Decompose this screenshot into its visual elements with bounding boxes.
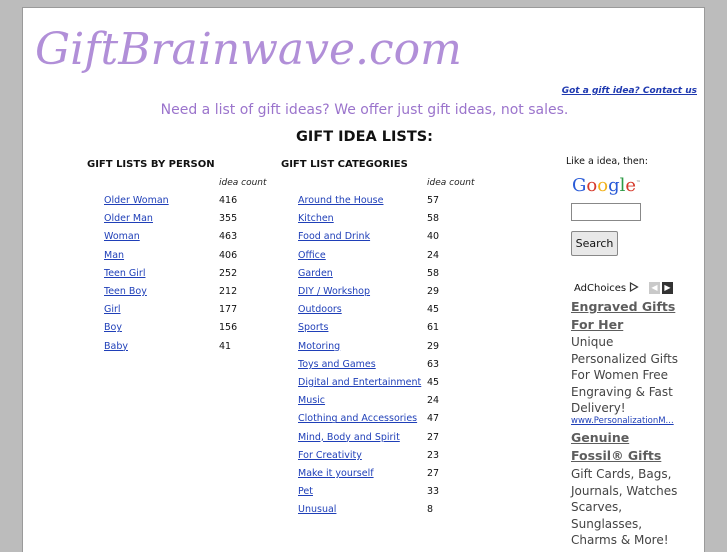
categories-heading: GIFT LIST CATEGORIES xyxy=(281,159,408,170)
by-person-count-header: idea count xyxy=(219,178,267,188)
contact-link[interactable]: Got a gift idea? Contact us xyxy=(562,86,697,96)
list-item-count: 45 xyxy=(427,304,440,316)
like-text: Like a idea, then: xyxy=(566,156,648,167)
list-item-count: 27 xyxy=(427,431,440,443)
list-item-link[interactable]: Pet xyxy=(298,486,313,497)
list-item-count: 177 xyxy=(219,304,238,316)
list-item-link[interactable]: Music xyxy=(298,395,325,406)
list-item-count: 47 xyxy=(427,413,440,425)
ad-1-url[interactable]: www.PersonalizationM... xyxy=(571,416,674,426)
list-item-count: 24 xyxy=(427,249,440,261)
list-item-link[interactable]: Office xyxy=(298,250,326,261)
adchoices-label[interactable]: AdChoices xyxy=(574,281,639,294)
list-item-link[interactable]: Make it yourself xyxy=(298,468,374,479)
list-item-link[interactable]: Older Woman xyxy=(104,195,169,206)
ad-prev-icon[interactable]: ◀ xyxy=(649,282,660,294)
list-item-link[interactable]: Older Man xyxy=(104,213,153,224)
list-item-count: 33 xyxy=(427,486,440,498)
list-item-link[interactable]: Outdoors xyxy=(298,304,342,315)
tagline: Need a list of gift ideas? We offer just… xyxy=(160,102,569,118)
list-item-count: 40 xyxy=(427,231,440,243)
list-item-link[interactable]: Boy xyxy=(104,322,122,333)
ad-1-title[interactable]: Engraved Gifts For Her xyxy=(571,298,686,334)
list-item-link[interactable]: Girl xyxy=(104,304,121,315)
list-item-link[interactable]: Garden xyxy=(298,268,333,279)
list-item-link[interactable]: Food and Drink xyxy=(298,231,370,242)
ad-2-title[interactable]: Genuine Fossil® Gifts xyxy=(571,429,686,465)
list-item-count: 29 xyxy=(427,340,440,352)
list-item-count: 24 xyxy=(427,395,440,407)
list-item-count: 463 xyxy=(219,231,238,243)
list-item-count: 8 xyxy=(427,504,434,516)
ad-2-body: Gift Cards, Bags, Journals, Watches Scar… xyxy=(571,467,678,547)
list-item-count: 61 xyxy=(427,322,440,334)
search-input[interactable] xyxy=(571,203,641,221)
list-item-link[interactable]: Clothing and Accessories xyxy=(298,413,417,424)
list-item-count: 57 xyxy=(427,195,440,206)
list-item-count: 212 xyxy=(219,286,238,297)
list-item-link[interactable]: Teen Boy xyxy=(104,286,147,297)
list-item-count: 406 xyxy=(219,249,238,261)
list-item-link[interactable]: Woman xyxy=(104,231,140,242)
adchoices-triangle-icon xyxy=(630,281,639,293)
list-item-link[interactable]: Teen Girl xyxy=(104,268,145,279)
list-item-link[interactable]: Baby xyxy=(104,341,128,352)
list-item-link[interactable]: Digital and Entertainment xyxy=(298,377,421,388)
list-item-count: 416 xyxy=(219,195,238,206)
site-logo[interactable]: GiftBrainwave.com xyxy=(35,24,462,75)
list-item-link[interactable]: Man xyxy=(104,250,124,261)
list-item-count: 27 xyxy=(427,468,440,479)
by-person-heading: GIFT LISTS BY PERSON xyxy=(87,159,215,170)
page-container: GiftBrainwave.com Got a gift idea? Conta… xyxy=(22,7,705,552)
list-item-count: 41 xyxy=(219,340,232,352)
categories-count-header: idea count xyxy=(427,178,475,188)
list-item-count: 58 xyxy=(427,213,440,225)
adchoices-text: AdChoices xyxy=(574,283,627,294)
list-item-count: 23 xyxy=(427,449,440,461)
ad-next-icon[interactable]: ▶ xyxy=(662,282,673,294)
list-item-count: 58 xyxy=(427,267,440,279)
list-item-link[interactable]: For Creativity xyxy=(298,450,362,461)
list-item-link[interactable]: Kitchen xyxy=(298,213,334,224)
search-button[interactable]: Search xyxy=(571,231,618,256)
list-item-link[interactable]: Motoring xyxy=(298,341,340,352)
list-item-count: 355 xyxy=(219,213,238,225)
list-item-count: 156 xyxy=(219,322,238,334)
list-item-count: 29 xyxy=(427,286,440,297)
ad-1-body: Unique Personalized Gifts For Women Free… xyxy=(571,335,679,415)
list-item-link[interactable]: Unusual xyxy=(298,504,336,515)
list-item-link[interactable]: Sports xyxy=(298,322,328,333)
list-item-link[interactable]: Mind, Body and Spirit xyxy=(298,432,400,443)
list-item-link[interactable]: Toys and Games xyxy=(298,359,376,370)
list-item-count: 45 xyxy=(427,377,440,388)
list-item-link[interactable]: Around the House xyxy=(298,195,383,206)
list-item-link[interactable]: DIY / Workshop xyxy=(298,286,370,297)
list-item-count: 252 xyxy=(219,267,238,279)
google-logo: Google™ xyxy=(572,175,642,196)
page-title: GIFT IDEA LISTS: xyxy=(296,129,433,145)
list-item-count: 63 xyxy=(427,358,440,370)
